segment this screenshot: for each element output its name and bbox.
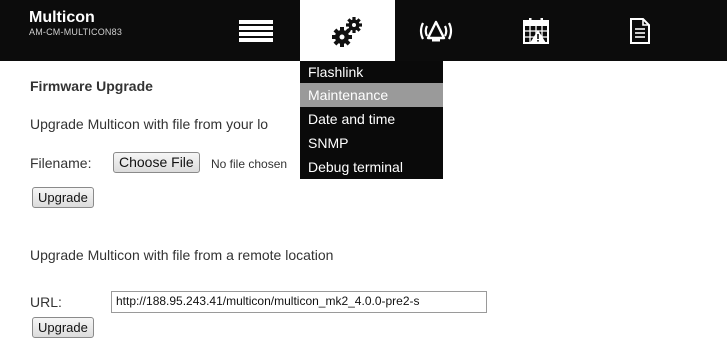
menu-item-snmp[interactable]: SNMP bbox=[300, 131, 443, 155]
remote-upgrade-intro: Upgrade Multicon with file from a remote… bbox=[30, 247, 334, 263]
nav-calendar-button[interactable] bbox=[514, 0, 558, 61]
brand: Multicon AM-CM-MULTICON83 bbox=[29, 8, 122, 38]
menu-item-debug-terminal[interactable]: Debug terminal bbox=[300, 155, 443, 179]
choose-file-button[interactable]: Choose File bbox=[113, 152, 200, 173]
document-icon bbox=[630, 17, 650, 44]
nav-log-button[interactable] bbox=[620, 0, 660, 61]
menu-item-maintenance[interactable]: Maintenance bbox=[300, 83, 443, 107]
filename-label: Filename: bbox=[30, 155, 92, 171]
top-navigation-bar: Multicon AM-CM-MULTICON83 bbox=[0, 0, 727, 61]
calendar-icon bbox=[523, 17, 549, 44]
nav-alarms-button[interactable] bbox=[408, 0, 464, 61]
upgrade-local-button[interactable]: Upgrade bbox=[32, 187, 94, 208]
upgrade-remote-button[interactable]: Upgrade bbox=[32, 317, 94, 338]
nav-settings-button[interactable] bbox=[300, 0, 395, 61]
brand-name: Multicon bbox=[29, 9, 95, 26]
url-label: URL: bbox=[30, 294, 62, 310]
local-upgrade-intro: Upgrade Multicon with file from your lo bbox=[30, 116, 269, 132]
alarm-icon bbox=[419, 20, 453, 41]
gears-icon bbox=[331, 16, 362, 47]
no-file-chosen-text: No file chosen bbox=[211, 157, 288, 171]
list-icon bbox=[239, 19, 273, 42]
menu-item-flashlink[interactable]: Flashlink bbox=[300, 61, 443, 83]
settings-menu: Flashlink Maintenance Date and time SNMP… bbox=[300, 61, 443, 179]
device-name: AM-CM-MULTICON83 bbox=[29, 27, 123, 37]
url-input[interactable]: http://188.95.243.41/multicon/multicon_m… bbox=[111, 291, 487, 313]
menu-item-date-and-time[interactable]: Date and time bbox=[300, 107, 443, 131]
nav-list-button[interactable] bbox=[226, 0, 286, 61]
page-title: Firmware Upgrade bbox=[30, 78, 153, 94]
